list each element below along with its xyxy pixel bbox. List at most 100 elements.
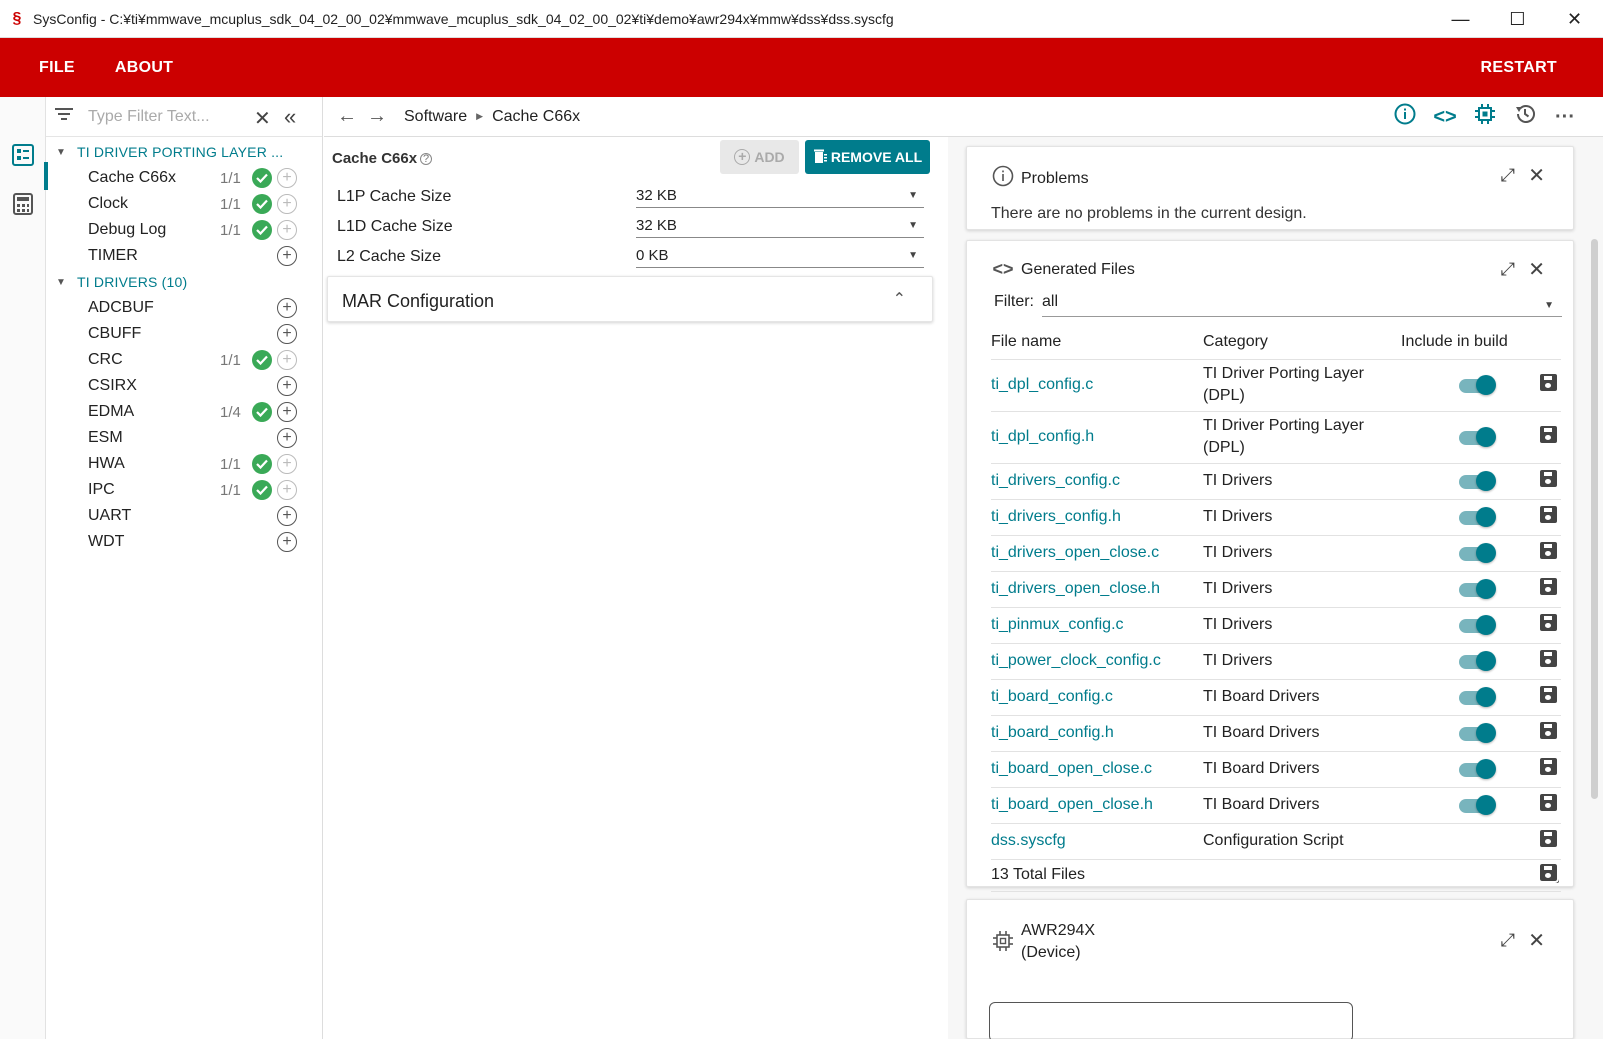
add-circle-icon[interactable]: +: [277, 480, 297, 500]
file-name-link[interactable]: ti_drivers_config.c: [991, 463, 1203, 500]
add-circle-icon[interactable]: +: [277, 506, 297, 526]
about-menu-button[interactable]: ABOUT: [95, 38, 193, 97]
include-in-build-toggle[interactable]: [1459, 687, 1496, 707]
tree-item-cbuff[interactable]: CBUFF +: [46, 321, 322, 347]
tree-filter-input[interactable]: [88, 107, 228, 126]
more-options-icon[interactable]: ···: [1545, 106, 1585, 129]
file-name-link[interactable]: ti_pinmux_config.c: [991, 607, 1203, 644]
file-name-link[interactable]: ti_board_config.h: [991, 715, 1203, 752]
file-name-link[interactable]: ti_board_config.c: [991, 679, 1203, 716]
expand-icon[interactable]: ⤢: [1501, 259, 1515, 280]
device-chip-icon[interactable]: [1465, 103, 1505, 131]
tree-item-hwa[interactable]: HWA 1/1 +: [46, 451, 322, 477]
expand-icon[interactable]: ⤢: [1501, 930, 1515, 951]
add-circle-icon[interactable]: +: [277, 428, 297, 448]
maximize-button[interactable]: ☐: [1489, 0, 1546, 38]
tree-item-uart[interactable]: UART +: [46, 503, 322, 529]
tree-group-1[interactable]: ▼ TI DRIVERS (10): [46, 269, 322, 295]
save-icon[interactable]: [1540, 614, 1557, 631]
tree-item-cache-c66x[interactable]: Cache C66x 1/1 +: [46, 165, 322, 191]
scrollbar-thumb[interactable]: [1591, 239, 1598, 799]
file-name-link[interactable]: ti_drivers_open_close.h: [991, 571, 1203, 608]
tree-group-0[interactable]: ▼ TI DRIVER PORTING LAYER ...: [46, 139, 322, 165]
include-in-build-toggle[interactable]: [1459, 375, 1496, 395]
add-circle-icon[interactable]: +: [277, 454, 297, 474]
add-circle-icon[interactable]: +: [277, 350, 297, 370]
include-in-build-toggle[interactable]: [1459, 579, 1496, 599]
side-panel-scrollbar[interactable]: [1583, 137, 1603, 1039]
back-arrow-icon[interactable]: ←: [332, 105, 362, 128]
calculator-view-icon[interactable]: [12, 193, 34, 215]
add-circle-icon[interactable]: +: [277, 194, 297, 214]
add-circle-icon[interactable]: +: [277, 298, 297, 318]
config-field-select[interactable]: 32 KB ▼: [636, 213, 924, 238]
minimize-button[interactable]: —: [1432, 0, 1489, 38]
forward-arrow-icon[interactable]: →: [362, 105, 392, 128]
file-menu-button[interactable]: FILE: [19, 38, 95, 97]
chevron-up-icon[interactable]: ⌃: [893, 289, 906, 309]
file-name-link[interactable]: dss.syscfg: [991, 823, 1203, 860]
save-icon[interactable]: [1540, 722, 1557, 739]
add-circle-icon[interactable]: +: [277, 220, 297, 240]
file-name-link[interactable]: ti_power_clock_config.c: [991, 643, 1203, 680]
collapse-panel-icon[interactable]: «: [284, 104, 296, 130]
expand-icon[interactable]: ⤢: [1501, 165, 1515, 186]
file-name-link[interactable]: ti_board_open_close.h: [991, 787, 1203, 824]
add-circle-icon[interactable]: +: [277, 246, 297, 266]
save-icon[interactable]: [1540, 542, 1557, 559]
save-icon[interactable]: [1540, 650, 1557, 667]
tree-item-crc[interactable]: CRC 1/1 +: [46, 347, 322, 373]
help-icon[interactable]: ?: [420, 153, 433, 166]
close-icon[interactable]: ✕: [1528, 163, 1545, 188]
code-view-icon[interactable]: <>: [1425, 106, 1465, 129]
save-icon[interactable]: [1540, 794, 1557, 811]
file-name-link[interactable]: ti_dpl_config.h: [991, 411, 1203, 464]
remove-all-button[interactable]: REMOVE ALL: [805, 140, 930, 174]
tree-item-debug-log[interactable]: Debug Log 1/1 +: [46, 217, 322, 243]
clear-filter-icon[interactable]: ✕: [254, 106, 271, 131]
file-name-link[interactable]: ti_board_open_close.c: [991, 751, 1203, 788]
tree-item-ipc[interactable]: IPC 1/1 +: [46, 477, 322, 503]
include-in-build-toggle[interactable]: [1459, 651, 1496, 671]
file-name-link[interactable]: ti_drivers_config.h: [991, 499, 1203, 536]
problems-info-icon[interactable]: [1385, 103, 1425, 131]
save-icon[interactable]: [1540, 686, 1557, 703]
save-icon[interactable]: [1540, 506, 1557, 523]
include-in-build-toggle[interactable]: [1459, 427, 1496, 447]
save-icon[interactable]: [1540, 830, 1557, 847]
config-field-select[interactable]: 0 KB ▼: [636, 243, 924, 268]
save-icon[interactable]: [1540, 470, 1557, 487]
restart-button[interactable]: RESTART: [1461, 38, 1577, 97]
include-in-build-toggle[interactable]: [1459, 795, 1496, 815]
tree-item-wdt[interactable]: WDT +: [46, 529, 322, 555]
close-window-button[interactable]: ✕: [1546, 0, 1603, 38]
save-icon[interactable]: [1540, 758, 1557, 775]
filter-select[interactable]: all ▼: [1042, 293, 1562, 317]
save-icon[interactable]: [1540, 374, 1557, 391]
caret-down-icon[interactable]: ▼: [56, 277, 70, 288]
history-icon[interactable]: [1505, 103, 1545, 131]
save-all-icon[interactable]: [1538, 862, 1559, 883]
tree-item-timer[interactable]: TIMER +: [46, 243, 322, 269]
include-in-build-toggle[interactable]: [1459, 471, 1496, 491]
close-icon[interactable]: ✕: [1528, 257, 1545, 282]
tree-item-esm[interactable]: ESM +: [46, 425, 322, 451]
tree-item-edma[interactable]: EDMA 1/4 +: [46, 399, 322, 425]
file-name-link[interactable]: ti_dpl_config.c: [991, 359, 1203, 412]
add-circle-icon[interactable]: +: [277, 324, 297, 344]
add-circle-icon[interactable]: +: [277, 532, 297, 552]
include-in-build-toggle[interactable]: [1459, 507, 1496, 527]
include-in-build-toggle[interactable]: [1459, 615, 1496, 635]
include-in-build-toggle[interactable]: [1459, 759, 1496, 779]
add-circle-icon[interactable]: +: [277, 402, 297, 422]
save-icon[interactable]: [1540, 578, 1557, 595]
add-circle-icon[interactable]: +: [277, 376, 297, 396]
include-in-build-toggle[interactable]: [1459, 543, 1496, 563]
caret-down-icon[interactable]: ▼: [56, 147, 70, 158]
config-field-select[interactable]: 32 KB ▼: [636, 183, 924, 208]
tree-item-csirx[interactable]: CSIRX +: [46, 373, 322, 399]
add-circle-icon[interactable]: +: [277, 168, 297, 188]
add-button[interactable]: + ADD: [720, 140, 799, 174]
file-name-link[interactable]: ti_drivers_open_close.c: [991, 535, 1203, 572]
close-icon[interactable]: ✕: [1528, 928, 1545, 953]
